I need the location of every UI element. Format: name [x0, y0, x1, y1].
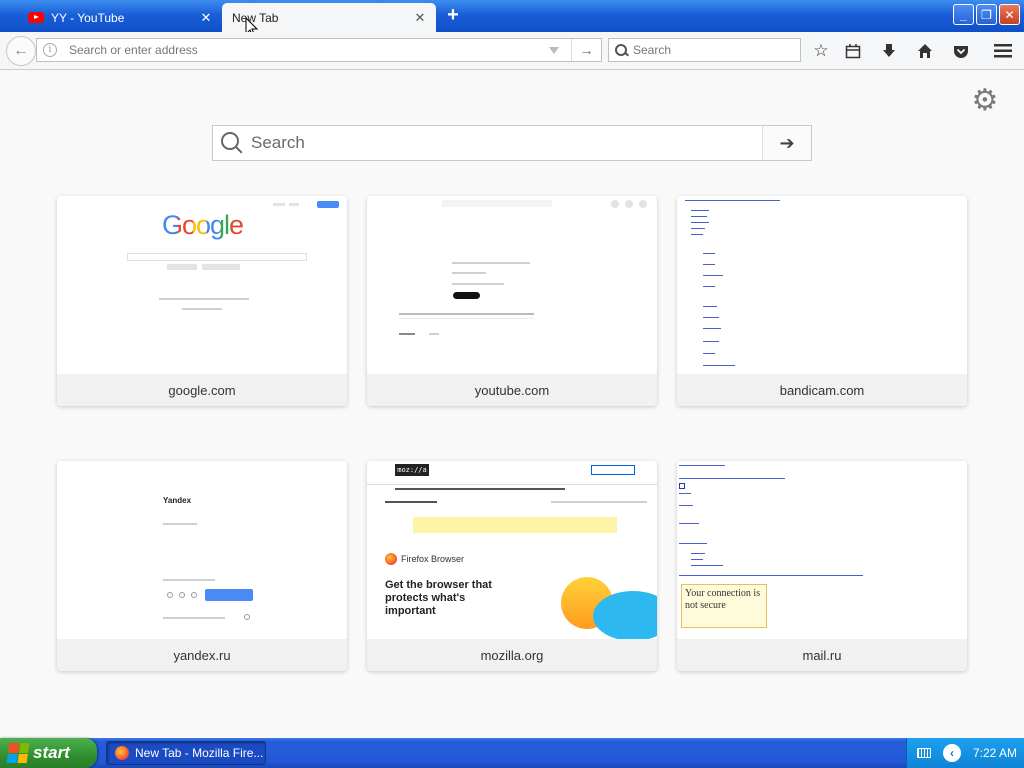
newtab-search-input[interactable] [251, 133, 762, 153]
top-site-tile-mozilla[interactable]: moz://a Firefox Browser Get the browser … [367, 461, 657, 671]
tile-thumbnail [367, 196, 657, 374]
youtube-icon [28, 12, 44, 23]
taskbar-item-firefox[interactable]: New Tab - Mozilla Fire... [106, 741, 266, 765]
url-bar[interactable]: i → [36, 38, 602, 62]
taskbar-item-label: New Tab - Mozilla Fire... [135, 746, 264, 760]
keyboard-icon[interactable] [917, 748, 931, 758]
bookmark-star-icon[interactable]: ☆ [808, 38, 834, 64]
back-button[interactable]: ← [6, 36, 36, 66]
back-arrow-icon: ← [13, 42, 29, 59]
nav-toolbar: ← i → ☆ [0, 32, 1024, 70]
start-button[interactable]: start [0, 738, 97, 768]
tab-youtube-close-icon[interactable]: ✕ [198, 10, 214, 26]
newtab-search-go-button[interactable]: ➔ [762, 126, 811, 160]
tile-thumbnail: Your connection is not secure [677, 461, 967, 639]
library-icon[interactable] [840, 38, 866, 64]
tile-label: mozilla.org [367, 639, 657, 671]
firefox-icon [115, 746, 129, 760]
toolbar-search-input[interactable] [633, 43, 800, 57]
clock[interactable]: 7:22 AM [973, 746, 1017, 760]
top-site-tile-yandex[interactable]: Yandex yandex.ru [57, 461, 347, 671]
mail-connection-box: Your connection is not secure [681, 584, 767, 628]
tile-thumbnail: moz://a Firefox Browser Get the browser … [367, 461, 657, 639]
menu-hamburger-icon[interactable] [990, 38, 1016, 64]
top-site-tile-youtube[interactable]: youtube.com [367, 196, 657, 406]
mozilla-logo: moz://a [395, 464, 429, 476]
restore-button[interactable]: ❐ [976, 4, 997, 25]
show-hidden-icons-chevron-icon[interactable]: ‹ [943, 744, 961, 762]
tab-youtube-title: YY - YouTube [51, 10, 125, 25]
home-icon[interactable] [912, 38, 938, 64]
taskbar: start New Tab - Mozilla Fire... ‹ 7:22 A… [0, 738, 1024, 768]
top-site-tile-mailru[interactable]: Your connection is not secure mail.ru [677, 461, 967, 671]
tile-label: youtube.com [367, 374, 657, 406]
tile-thumbnail: Yandex [57, 461, 347, 639]
downloads-icon[interactable] [876, 38, 902, 64]
info-icon[interactable]: i [43, 43, 57, 57]
tile-label: yandex.ru [57, 639, 347, 671]
tile-thumbnail [677, 196, 967, 374]
settings-gear-icon[interactable]: ⚙ [970, 86, 1000, 116]
tab-new-tab-close-icon[interactable]: ✕ [412, 10, 428, 26]
minimize-button[interactable]: _ [953, 4, 974, 25]
top-site-tile-google[interactable]: Google google.com [57, 196, 347, 406]
url-dropdown-icon[interactable] [549, 46, 559, 54]
search-icon [615, 44, 627, 56]
tile-thumbnail: Google [57, 196, 347, 374]
firefox-logo-icon [385, 553, 397, 565]
system-tray: ‹ 7:22 AM [906, 738, 1024, 768]
title-bar: YY - YouTube ✕ New Tab ✕ + _ ❐ ✕ [0, 0, 1024, 32]
tile-label: bandicam.com [677, 374, 967, 406]
tab-youtube[interactable]: YY - YouTube ✕ [18, 3, 222, 32]
pocket-icon[interactable] [948, 38, 974, 64]
windows-logo-icon [6, 743, 30, 763]
newtab-search-icon [221, 132, 243, 154]
tile-label: google.com [57, 374, 347, 406]
tab-new-tab-title: New Tab [232, 10, 279, 25]
start-label: start [33, 743, 70, 762]
window-controls: _ ❐ ✕ [953, 4, 1020, 25]
mozilla-headline: Get the browser that protects what's imp… [385, 579, 492, 617]
url-input[interactable] [69, 43, 549, 57]
google-logo: Google [162, 210, 244, 240]
newtab-search-box[interactable]: ➔ [212, 125, 812, 161]
mozilla-brand-text: Firefox Browser [401, 554, 465, 564]
tile-label: mail.ru [677, 639, 967, 671]
yandex-logo: Yandex [163, 496, 192, 505]
close-window-button[interactable]: ✕ [999, 4, 1020, 25]
url-go-arrow-icon[interactable]: → [571, 39, 601, 61]
top-site-tile-bandicam[interactable]: bandicam.com [677, 196, 967, 406]
new-tab-plus-icon[interactable]: + [444, 5, 462, 26]
toolbar-search-bar[interactable] [608, 38, 801, 62]
